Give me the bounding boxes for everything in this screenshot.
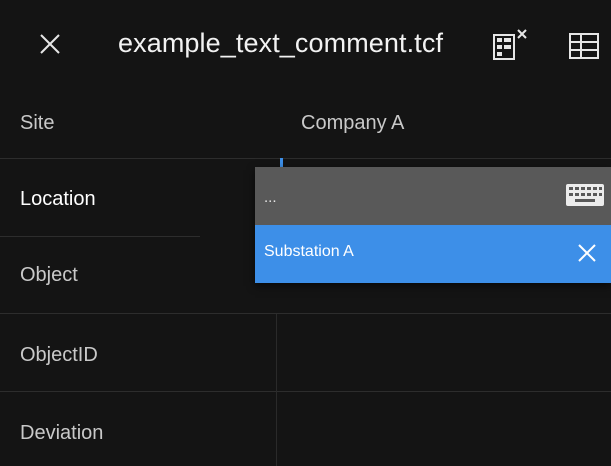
table-view-icon <box>569 33 599 59</box>
row-value[interactable]: Company A <box>301 112 404 135</box>
clear-selection-button[interactable] <box>575 241 599 265</box>
dropdown-option-substation-a[interactable]: Substation A <box>255 225 611 283</box>
clear-form-button[interactable] <box>492 28 534 62</box>
row-label: Deviation <box>20 422 104 444</box>
row-label: ObjectID <box>20 344 98 366</box>
row-divider <box>0 158 611 159</box>
row-label: Site <box>20 112 55 134</box>
row-label: Location <box>20 188 96 210</box>
clear-form-icon <box>493 29 527 60</box>
location-input[interactable]: ... <box>255 167 611 225</box>
row-divider <box>0 391 611 392</box>
form-row-site[interactable]: Site Company A <box>0 86 611 162</box>
column-divider <box>276 314 277 466</box>
header-bar: example_text_comment.tcf <box>0 0 611 86</box>
close-button[interactable] <box>36 30 64 58</box>
form-row-objectid[interactable]: ObjectID <box>0 314 611 390</box>
row-divider <box>0 313 611 314</box>
close-icon <box>40 34 60 54</box>
dropdown-option-label: Substation A <box>264 243 354 260</box>
page-title: example_text_comment.tcf <box>118 28 444 58</box>
app-window: example_text_comment.tcf Site Company A … <box>0 0 611 466</box>
location-dropdown: ... Substation A <box>255 167 611 283</box>
row-label: Object <box>20 264 78 286</box>
form-row-deviation[interactable]: Deviation <box>0 392 611 466</box>
location-input-text[interactable]: ... <box>264 189 277 206</box>
close-icon <box>578 244 596 262</box>
keyboard-icon[interactable] <box>565 182 605 208</box>
table-view-button[interactable] <box>568 32 602 62</box>
row-divider <box>0 236 200 237</box>
